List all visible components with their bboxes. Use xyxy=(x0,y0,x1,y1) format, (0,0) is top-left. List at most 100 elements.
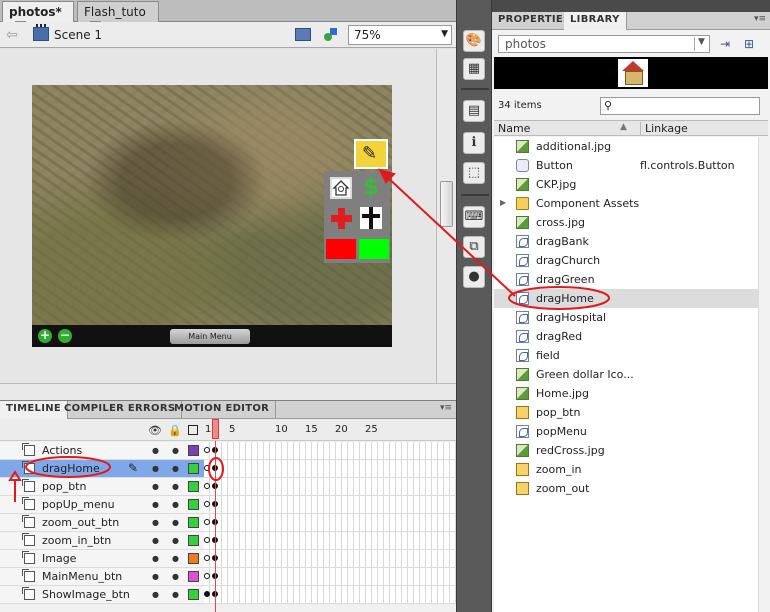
outline-icon[interactable] xyxy=(188,425,198,435)
dollar-icon[interactable]: $ xyxy=(360,177,382,199)
visibility-dot[interactable]: ● xyxy=(152,518,159,527)
keyframe[interactable] xyxy=(204,447,210,453)
layer-name[interactable]: Image xyxy=(42,552,76,565)
edit-symbols-icon[interactable] xyxy=(323,26,339,42)
frame-strip[interactable] xyxy=(204,514,456,531)
visibility-dot[interactable]: ● xyxy=(152,446,159,455)
layer-row[interactable]: zoom_out_btn ● ● xyxy=(0,514,456,532)
stage-vertical-scrollbar[interactable] xyxy=(436,49,456,383)
library-item[interactable]: dragRed xyxy=(494,327,768,346)
visibility-dot[interactable]: ● xyxy=(152,482,159,491)
library-scrollbar[interactable] xyxy=(758,137,768,612)
layer-row[interactable]: ShowImage_btn ● ● xyxy=(0,586,456,604)
eye-icon[interactable]: 👁 xyxy=(148,424,162,437)
layer-color-swatch[interactable] xyxy=(188,463,199,474)
lock-dot[interactable]: ● xyxy=(172,446,179,455)
keyframe[interactable] xyxy=(204,555,210,561)
library-search-input[interactable]: ⚲ xyxy=(600,97,760,115)
lock-dot[interactable]: ● xyxy=(172,554,179,563)
layer-row[interactable]: Image ● ● xyxy=(0,550,456,568)
red-cross-icon[interactable] xyxy=(330,207,352,229)
frame-strip[interactable] xyxy=(204,442,456,459)
frame-strip[interactable] xyxy=(204,532,456,549)
pin-library-icon[interactable]: ⇥ xyxy=(720,37,736,51)
layer-row[interactable]: pop_btn ● ● xyxy=(0,478,456,496)
tab-photos[interactable]: photos*x xyxy=(2,1,74,32)
column-linkage[interactable]: Linkage xyxy=(640,122,688,136)
layer-color-swatch[interactable] xyxy=(188,589,199,600)
panel-menu-icon[interactable]: ▾≡ xyxy=(754,14,766,24)
keyframe[interactable] xyxy=(204,501,210,507)
visibility-dot[interactable]: ● xyxy=(152,572,159,581)
keyframe[interactable] xyxy=(204,519,210,525)
frame-strip[interactable] xyxy=(204,460,456,477)
library-item[interactable]: zoom_in xyxy=(494,460,768,479)
church-cross-icon[interactable] xyxy=(360,207,382,229)
library-item[interactable]: dragHome xyxy=(494,289,768,308)
zoom-select[interactable]: 75% ▼ xyxy=(348,25,452,45)
expand-arrow-icon[interactable]: ▶ xyxy=(500,198,506,207)
stage-horizontal-scrollbar[interactable] xyxy=(0,383,456,400)
red-swatch-button[interactable] xyxy=(326,239,356,259)
layer-color-swatch[interactable] xyxy=(188,535,199,546)
library-item[interactable]: cross.jpg xyxy=(494,213,768,232)
lock-dot[interactable]: ● xyxy=(172,464,179,473)
library-document-select[interactable]: photos ▼ xyxy=(498,35,710,53)
zoom-in-button[interactable]: + xyxy=(38,329,52,343)
library-item[interactable]: additional.jpg xyxy=(494,137,768,156)
lock-icon[interactable]: 🔒 xyxy=(168,424,182,437)
lock-dot[interactable]: ● xyxy=(172,572,179,581)
library-item[interactable]: pop_btn xyxy=(494,403,768,422)
layer-color-swatch[interactable] xyxy=(188,481,199,492)
layer-row[interactable]: Actions ● ● xyxy=(0,442,456,460)
visibility-dot[interactable]: ● xyxy=(152,590,159,599)
library-item[interactable]: Home.jpg xyxy=(494,384,768,403)
library-item[interactable]: dragChurch xyxy=(494,251,768,270)
pop-button-icon[interactable] xyxy=(354,139,388,169)
library-item[interactable]: field xyxy=(494,346,768,365)
visibility-dot[interactable]: ● xyxy=(152,536,159,545)
playhead[interactable] xyxy=(212,419,219,439)
frame-strip[interactable] xyxy=(204,478,456,495)
layer-name[interactable]: ShowImage_btn xyxy=(42,588,130,601)
keyframe[interactable] xyxy=(204,465,210,471)
layer-name[interactable]: popUp_menu xyxy=(42,498,115,511)
layer-name[interactable]: pop_btn xyxy=(42,480,86,493)
motion-presets-icon[interactable]: ● xyxy=(463,266,485,288)
layer-color-swatch[interactable] xyxy=(188,571,199,582)
home-icon[interactable] xyxy=(330,177,352,199)
layer-row[interactable]: popUp_menu ● ● xyxy=(0,496,456,514)
color-palette-icon[interactable]: 🎨 xyxy=(463,30,485,52)
keyframe[interactable] xyxy=(204,537,210,543)
green-swatch-button[interactable] xyxy=(359,239,389,259)
column-name[interactable]: Name xyxy=(498,122,530,135)
layer-name[interactable]: Actions xyxy=(42,444,82,457)
keyframe[interactable] xyxy=(204,483,210,489)
layer-color-swatch[interactable] xyxy=(188,445,199,456)
tab-motion-editor[interactable]: MOTION EDITOR xyxy=(168,401,277,419)
zoom-out-button[interactable]: − xyxy=(58,329,72,343)
layer-name[interactable]: MainMenu_btn xyxy=(42,570,122,583)
layer-color-swatch[interactable] xyxy=(188,553,199,564)
edit-scene-icon[interactable] xyxy=(295,28,311,41)
visibility-dot[interactable]: ● xyxy=(152,464,159,473)
library-item[interactable]: Button fl.controls.Button xyxy=(494,156,768,175)
frame-strip[interactable] xyxy=(204,568,456,585)
lock-dot[interactable]: ● xyxy=(172,590,179,599)
panel-grip[interactable] xyxy=(492,0,770,12)
frame-strip[interactable] xyxy=(204,550,456,567)
tab-flash-tuto[interactable]: Flash_tutox xyxy=(77,1,159,32)
frame-strip[interactable] xyxy=(204,586,456,603)
swatches-grid-icon[interactable]: ▦ xyxy=(463,58,485,80)
library-item[interactable]: Green dollar Ico... xyxy=(494,365,768,384)
tab-library[interactable]: LIBRARY xyxy=(564,12,627,30)
layer-row[interactable]: zoom_in_btn ● ● xyxy=(0,532,456,550)
info-icon[interactable]: ℹ xyxy=(463,132,485,154)
layer-name[interactable]: zoom_in_btn xyxy=(42,534,111,547)
panel-menu-icon[interactable]: ▾≡ xyxy=(440,403,452,413)
library-item[interactable]: dragHospital xyxy=(494,308,768,327)
layer-name[interactable]: zoom_out_btn xyxy=(42,516,119,529)
components-icon[interactable]: ⧉ xyxy=(463,236,485,258)
popup-menu[interactable]: $ xyxy=(324,171,390,263)
library-item[interactable]: redCross.jpg xyxy=(494,441,768,460)
